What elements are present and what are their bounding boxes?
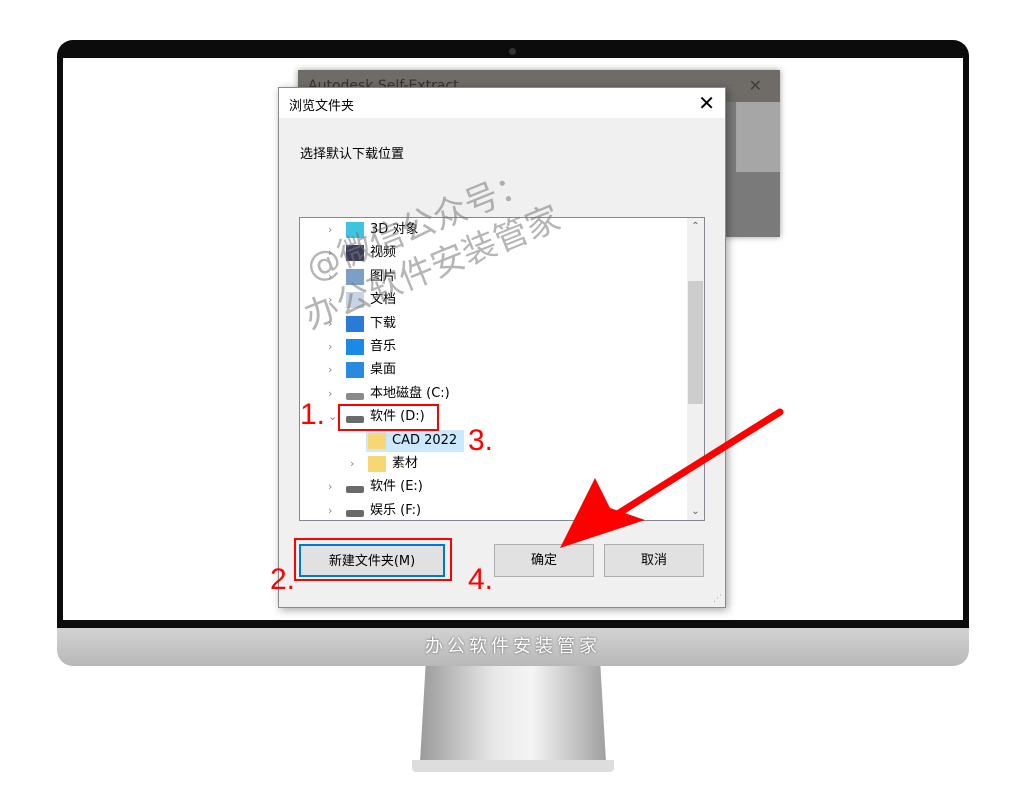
- webcam: [509, 48, 516, 55]
- tree-item[interactable]: › 视频: [300, 242, 688, 264]
- tree-item-label: 素材: [392, 456, 419, 471]
- drive-icon: [346, 509, 364, 517]
- close-icon[interactable]: ✕: [749, 76, 762, 95]
- highlight-new-folder: [294, 538, 452, 581]
- highlight-drive-d: [338, 404, 439, 431]
- expand-chevron-icon[interactable]: ›: [328, 500, 340, 520]
- tree-item-label: 音乐: [370, 339, 397, 354]
- tree-item-label: 图片: [370, 268, 397, 284]
- scroll-up-icon[interactable]: ⌃: [687, 218, 704, 235]
- expand-chevron-icon[interactable]: ›: [328, 289, 340, 311]
- expand-chevron-icon[interactable]: ›: [328, 336, 340, 358]
- tree-item[interactable]: › 文档: [300, 289, 688, 311]
- documents-icon: [346, 292, 364, 309]
- 3d-objects-icon: [346, 222, 364, 238]
- tree-item-label: 3D 对象: [370, 222, 419, 237]
- tree-item[interactable]: › 3D 对象: [300, 219, 688, 241]
- expand-chevron-icon[interactable]: ›: [328, 476, 340, 498]
- monitor-stand: [420, 666, 606, 762]
- drive-icon: [346, 486, 364, 494]
- step-2-label: 2.: [270, 563, 296, 596]
- expand-chevron-icon[interactable]: ›: [328, 266, 340, 288]
- background-window-panel: [736, 102, 780, 172]
- expand-chevron-icon[interactable]: ›: [328, 383, 340, 405]
- close-icon[interactable]: ✕: [698, 91, 715, 115]
- tree-item-label: 下载: [370, 315, 397, 331]
- tree-item[interactable]: › 音乐: [300, 336, 688, 358]
- monitor-stand-base: [412, 760, 614, 772]
- tree-item-label: CAD 2022: [392, 432, 458, 448]
- windows-drive-icon: [346, 392, 364, 400]
- expand-chevron-icon[interactable]: ›: [328, 359, 340, 381]
- download-icon: [346, 315, 364, 332]
- tree-item-label: 娱乐 (F:): [370, 502, 422, 518]
- tree-item-label: 本地磁盘 (C:): [370, 385, 450, 401]
- red-arrow-icon: [560, 408, 784, 548]
- scrollbar-thumb[interactable]: [688, 281, 703, 404]
- folder-icon: [368, 456, 386, 472]
- music-icon: [346, 339, 364, 355]
- dialog-title: 浏览文件夹: [279, 88, 725, 118]
- brand-text: 办公软件安装管家: [425, 636, 601, 657]
- tree-item[interactable]: › 下载: [300, 313, 688, 335]
- tree-item-label: 文档: [370, 292, 397, 308]
- resize-grip-icon[interactable]: ⋰: [713, 594, 722, 604]
- expand-chevron-icon[interactable]: ›: [350, 453, 362, 475]
- tree-item[interactable]: › 桌面: [300, 359, 688, 381]
- folder-icon: [368, 432, 386, 449]
- dialog-prompt: 选择默认下载位置: [300, 147, 405, 162]
- expand-chevron-icon[interactable]: ›: [328, 242, 340, 264]
- expand-chevron-icon[interactable]: ›: [328, 313, 340, 335]
- step-4-label: 4.: [468, 563, 494, 596]
- pictures-icon: [346, 268, 364, 285]
- monitor-chin: 办公软件安装管家: [57, 628, 969, 666]
- step-1-label: 1.: [300, 398, 326, 431]
- tree-item-label: 软件 (E:): [370, 479, 423, 495]
- tree-item-label: 视频: [370, 245, 397, 261]
- expand-chevron-icon[interactable]: ›: [328, 219, 340, 241]
- tree-item-label: 桌面: [370, 362, 397, 378]
- step-3-label: 3.: [468, 424, 494, 457]
- video-icon: [346, 245, 364, 262]
- desktop-icon: [346, 362, 364, 379]
- tree-item[interactable]: › 图片: [300, 266, 688, 288]
